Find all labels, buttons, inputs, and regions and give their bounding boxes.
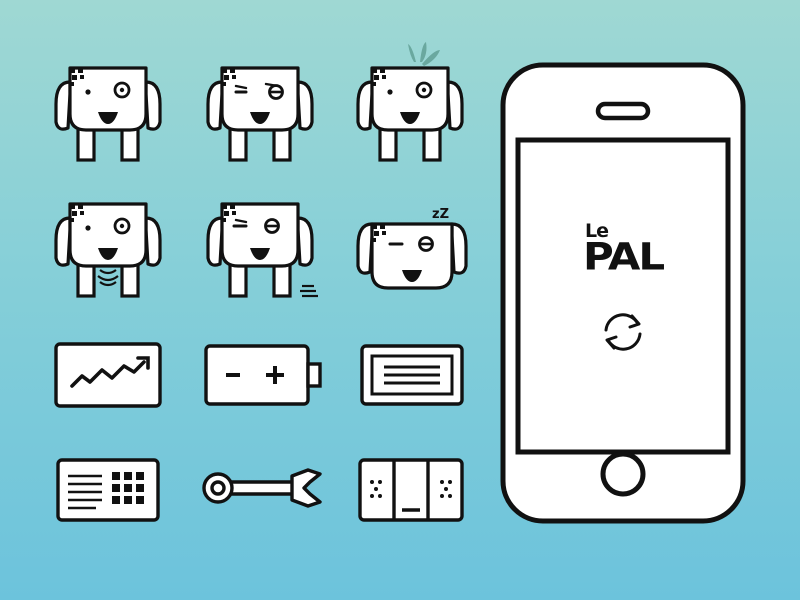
battery-icon[interactable] [204,344,324,406]
device-unit-icon[interactable] [358,458,464,522]
sync-icon[interactable] [598,310,648,354]
sleep-text: zZ [432,207,449,222]
phone-device [500,62,746,524]
app-logo-pal: PAL [583,234,665,279]
activity-chart-icon[interactable] [54,342,162,408]
dog-wink-icon[interactable] [206,64,314,168]
wrench-icon[interactable] [200,464,326,512]
message-panel-icon[interactable] [360,344,464,406]
dog-neutral-icon[interactable] [54,64,162,168]
keypad-panel-icon[interactable] [56,458,160,522]
dog-moving-icon[interactable] [206,200,326,304]
dog-sleeping-icon[interactable]: zZ [356,204,468,300]
dog-sprout-icon[interactable] [356,40,464,168]
dog-barking-icon[interactable] [54,200,162,304]
